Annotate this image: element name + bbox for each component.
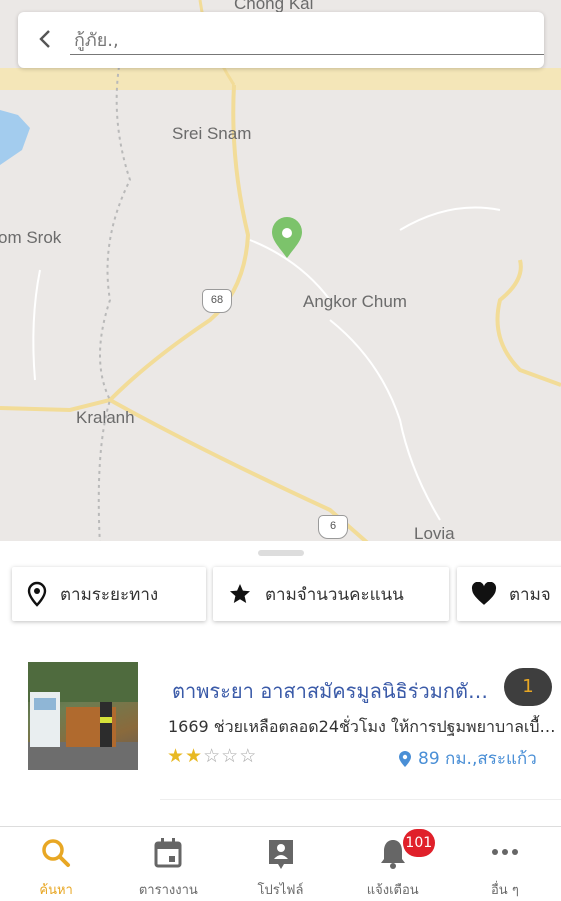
filter-by-favorite[interactable]: ตามจ bbox=[457, 567, 561, 621]
chevron-left-icon[interactable] bbox=[38, 28, 52, 56]
result-thumbnail bbox=[28, 662, 138, 770]
map-roads bbox=[0, 0, 561, 545]
drag-handle[interactable] bbox=[258, 550, 304, 556]
nav-label: ตารางงาน bbox=[138, 883, 198, 898]
divider bbox=[160, 799, 561, 800]
nav-label: ค้นหา bbox=[39, 883, 73, 898]
search-input[interactable] bbox=[70, 26, 544, 55]
location-pin-icon bbox=[398, 750, 412, 768]
nav-label: โปรไฟล์ bbox=[257, 883, 304, 898]
nav-label: อื่น ๆ bbox=[491, 883, 519, 898]
location-pin-icon bbox=[26, 581, 48, 607]
result-description: 1669 ช่วยเหลือตลอด24ชั่วโมง ให้การปฐมพยา… bbox=[168, 717, 556, 736]
star-empty-icon: ☆ bbox=[203, 745, 222, 767]
contact-card-icon bbox=[266, 837, 296, 875]
road-shield: 68 bbox=[202, 289, 232, 313]
star-empty-icon: ☆ bbox=[221, 745, 240, 767]
map-label: Srei Snam bbox=[172, 124, 252, 143]
map-label: Angkor Chum bbox=[303, 292, 407, 311]
map-view[interactable]: Chong Kal Srei Snam om Srok Angkor Chum … bbox=[0, 0, 561, 545]
results-sheet: ตามระยะทาง ตามจำนวนคะแนน ตามจ ตาพระยา อา… bbox=[0, 541, 561, 826]
more-dots-icon bbox=[490, 837, 520, 871]
result-title[interactable]: ตาพระยา อาสาสมัครมูลนิธิร่วมกตัญญู bbox=[172, 675, 497, 707]
filter-label: ตามจำนวนคะแนน bbox=[265, 584, 404, 605]
filter-by-score[interactable]: ตามจำนวนคะแนน bbox=[213, 567, 449, 621]
distance-info: 89 กม.,สระแก้ว bbox=[398, 745, 537, 772]
nav-more[interactable]: อื่น ๆ bbox=[449, 827, 561, 901]
bottom-nav: ค้นหา ตารางงาน โปรไฟล์ 101 แจ้งเตือน อื่… bbox=[0, 826, 561, 901]
filter-label: ตามระยะทาง bbox=[60, 584, 159, 605]
star-filled-icon: ★ bbox=[185, 745, 204, 767]
search-bar bbox=[18, 12, 544, 68]
search-icon bbox=[40, 837, 72, 873]
result-card[interactable]: ตาพระยา อาสาสมัครมูลนิธิร่วมกตัญญู 1 166… bbox=[0, 653, 561, 803]
rating-stars: ★★☆☆☆ bbox=[167, 745, 257, 767]
filter-by-distance[interactable]: ตามระยะทาง bbox=[12, 567, 206, 621]
nav-profile[interactable]: โปรไฟล์ bbox=[224, 827, 336, 901]
filter-label: ตามจ bbox=[509, 584, 551, 605]
distance-text: 89 กม.,สระแก้ว bbox=[418, 749, 537, 769]
star-filled-icon: ★ bbox=[167, 745, 186, 767]
star-icon bbox=[227, 582, 253, 606]
star-empty-icon: ☆ bbox=[239, 745, 258, 767]
map-label: Kralanh bbox=[76, 408, 135, 427]
rank-badge: 1 bbox=[504, 668, 552, 706]
nav-schedule[interactable]: ตารางงาน bbox=[112, 827, 224, 901]
heart-icon bbox=[471, 582, 497, 606]
road-shield: 6 bbox=[318, 515, 348, 539]
map-label: om Srok bbox=[0, 228, 62, 247]
nav-search[interactable]: ค้นหา bbox=[0, 827, 112, 901]
nav-label: แจ้งเตือน bbox=[366, 883, 419, 898]
notification-count-badge: 101 bbox=[402, 829, 435, 857]
nav-notifications[interactable]: 101 แจ้งเตือน bbox=[337, 827, 449, 901]
calendar-icon bbox=[153, 837, 183, 873]
